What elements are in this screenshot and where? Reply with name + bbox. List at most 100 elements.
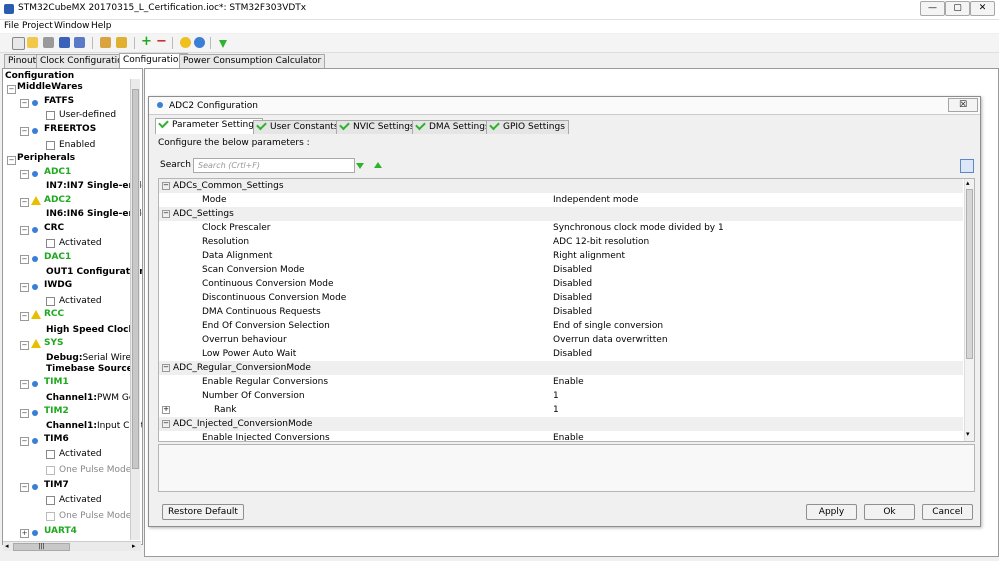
param-row[interactable]: Enable Injected Conversions Enable <box>159 431 963 441</box>
checkbox[interactable] <box>46 496 55 505</box>
collapse-icon[interactable]: − <box>20 483 29 492</box>
tree-sub-label[interactable]: IN7:IN7 Single-ended <box>46 181 142 191</box>
collapse-icon[interactable]: − <box>20 380 29 389</box>
maximize-button[interactable]: ▢ <box>945 1 970 16</box>
dialog-close-button[interactable]: ☒ <box>948 98 978 112</box>
search-next-icon[interactable] <box>356 163 364 169</box>
param-row[interactable]: + Rank 1 <box>159 403 963 417</box>
tree-item-tim7[interactable]: TIM7 <box>44 480 69 490</box>
checkbox[interactable] <box>46 111 55 120</box>
tree-sub-label[interactable]: High Speed Clock <box>46 325 135 335</box>
param-row[interactable]: Resolution ADC 12-bit resolution <box>159 235 963 249</box>
tree-vertical-scrollbar[interactable] <box>130 79 140 540</box>
group-row[interactable]: − ADC_Settings <box>159 207 963 221</box>
restore-default-button[interactable]: Restore Default <box>162 504 244 520</box>
save-as-icon[interactable] <box>74 37 85 48</box>
scroll-left-icon[interactable]: ◂ <box>5 542 9 550</box>
open-folder-icon[interactable] <box>27 37 38 48</box>
tree-sub-label[interactable]: Debug:Serial Wire <box>46 353 131 363</box>
tab-parameter-settings[interactable]: Parameter Settings <box>155 117 263 134</box>
collapse-icon[interactable]: − <box>20 255 29 264</box>
collapse-icon[interactable]: − <box>20 170 29 179</box>
scroll-right-icon[interactable]: ▸ <box>132 542 136 550</box>
tab-nvic-settings[interactable]: NVIC Settings <box>336 119 419 134</box>
checkbox[interactable] <box>46 141 55 150</box>
tree-item-iwdg[interactable]: IWDG <box>44 280 72 290</box>
collapse-icon[interactable]: − <box>20 198 29 207</box>
add-icon[interactable]: + <box>141 35 152 48</box>
scroll-down-icon[interactable]: ▾ <box>966 430 970 438</box>
copy-icon[interactable] <box>43 37 54 48</box>
tab-pinout[interactable]: Pinout <box>4 54 41 68</box>
collapse-icon[interactable]: − <box>162 364 170 372</box>
tree-sub-label[interactable]: Timebase Source: <box>46 364 136 374</box>
param-row[interactable]: Number Of Conversion 1 <box>159 389 963 403</box>
collapse-icon[interactable]: − <box>20 226 29 235</box>
new-project-icon[interactable] <box>12 37 25 50</box>
about-icon[interactable] <box>194 37 205 48</box>
param-row[interactable]: End Of Conversion Selection End of single… <box>159 319 963 333</box>
collapse-icon[interactable]: − <box>20 341 29 350</box>
tree-sub-label[interactable]: Channel1:Input Capt <box>46 421 142 431</box>
param-row[interactable]: Overrun behaviour Overrun data overwritte… <box>159 333 963 347</box>
tree-item-tim2[interactable]: TIM2 <box>44 406 69 416</box>
scroll-thumb[interactable]: ||| <box>13 543 70 551</box>
tab-configuration[interactable]: Configuration <box>119 53 189 69</box>
expand-icon[interactable]: + <box>20 529 29 538</box>
checkbox[interactable] <box>46 466 55 475</box>
tree-item-tim6[interactable]: TIM6 <box>44 434 69 444</box>
param-row[interactable]: Discontinuous Conversion Mode Disabled <box>159 291 963 305</box>
tree-item-uart4[interactable]: UART4 <box>44 526 77 536</box>
collapse-icon[interactable]: − <box>7 156 16 165</box>
checkbox[interactable] <box>46 512 55 521</box>
tree-item-adc2[interactable]: ADC2 <box>44 195 71 205</box>
tree-item-crc[interactable]: CRC <box>44 223 64 233</box>
menu-file[interactable]: File <box>4 21 19 31</box>
tree-horizontal-scrollbar[interactable]: ◂ ||| ▸ <box>3 541 141 551</box>
checkbox[interactable] <box>46 297 55 306</box>
group-row[interactable]: − ADC_Injected_ConversionMode <box>159 417 963 431</box>
menu-project[interactable]: Project <box>22 21 53 31</box>
tab-user-constants[interactable]: User Constants <box>253 119 343 134</box>
tree-sub-label[interactable]: OUT1 Configuration <box>46 267 142 277</box>
tree-item-tim1[interactable]: TIM1 <box>44 377 69 387</box>
param-row[interactable]: Mode Independent mode <box>159 193 963 207</box>
param-row[interactable]: Clock Prescaler Synchronous clock mode di… <box>159 221 963 235</box>
collapse-icon[interactable]: − <box>20 409 29 418</box>
tree-item-rcc[interactable]: RCC <box>44 309 64 319</box>
scroll-thumb[interactable] <box>966 189 973 359</box>
ok-button[interactable]: Ok <box>864 504 915 520</box>
checkbox[interactable] <box>46 239 55 248</box>
param-row[interactable]: Continuous Conversion Mode Disabled <box>159 277 963 291</box>
tab-clock-configuration[interactable]: Clock Configuration <box>36 54 133 68</box>
scroll-up-icon[interactable]: ▴ <box>966 179 970 187</box>
tree-sub-label[interactable]: Channel1:PWM Gen <box>46 393 140 403</box>
param-row[interactable]: Low Power Auto Wait Disabled <box>159 347 963 361</box>
collapse-icon[interactable]: − <box>20 127 29 136</box>
apply-button[interactable]: Apply <box>806 504 857 520</box>
expand-icon[interactable]: + <box>162 406 170 414</box>
collapse-icon[interactable]: − <box>162 182 170 190</box>
menu-window[interactable]: Window <box>54 21 90 31</box>
group-row[interactable]: − ADCs_Common_Settings <box>159 179 963 193</box>
tree-item-adc1[interactable]: ADC1 <box>44 167 71 177</box>
param-row[interactable]: Enable Regular Conversions Enable <box>159 375 963 389</box>
tree-middlewares[interactable]: MiddleWares <box>17 82 83 92</box>
tree-sub-label[interactable]: IN6:IN6 Single-ended <box>46 209 142 219</box>
checkbox[interactable] <box>46 450 55 459</box>
param-row[interactable]: Scan Conversion Mode Disabled <box>159 263 963 277</box>
scroll-thumb[interactable] <box>132 89 139 469</box>
cancel-button[interactable]: Cancel <box>922 504 973 520</box>
collapse-icon[interactable]: − <box>20 283 29 292</box>
download-icon[interactable] <box>219 40 227 48</box>
collapse-icon[interactable]: − <box>20 99 29 108</box>
grid-scrollbar[interactable]: ▴ ▾ <box>964 179 974 441</box>
tree-item-sys[interactable]: SYS <box>44 338 63 348</box>
tree-item-fatfs[interactable]: FATFS <box>44 96 74 106</box>
collapse-icon[interactable]: − <box>162 420 170 428</box>
tree-item-dac1[interactable]: DAC1 <box>44 252 71 262</box>
minimize-button[interactable]: — <box>920 1 945 16</box>
tree-peripherals[interactable]: Peripherals <box>17 153 75 163</box>
collapse-icon[interactable]: − <box>162 210 170 218</box>
group-row[interactable]: − ADC_Regular_ConversionMode <box>159 361 963 375</box>
